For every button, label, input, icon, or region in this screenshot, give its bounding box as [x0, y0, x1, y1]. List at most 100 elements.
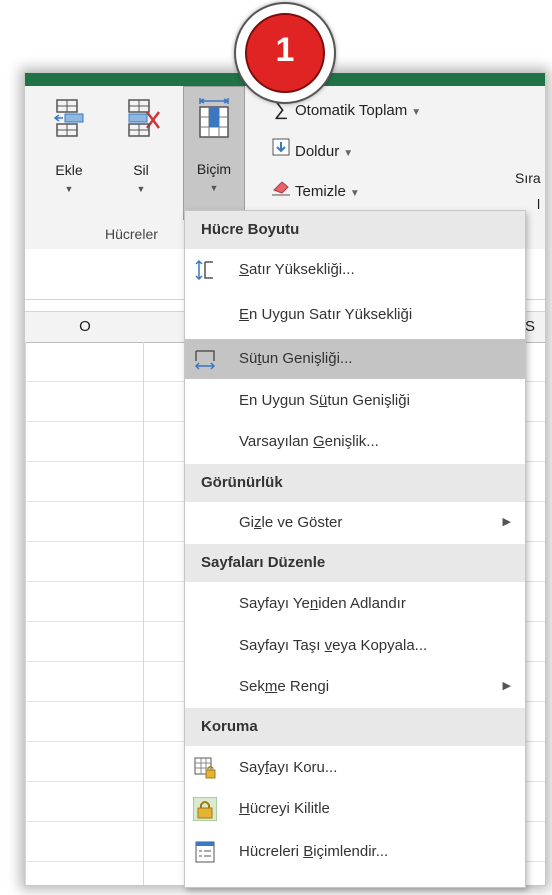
section-header-organize-sheets: Sayfaları Düzenle — [185, 544, 525, 582]
menu-item-autofit-row-height[interactable]: En Uygun Satır Yüksekliği — [185, 295, 525, 335]
menu-item-text-part: un Genişliği... — [261, 350, 353, 367]
format-label: Biçim — [196, 161, 232, 177]
clear-button[interactable]: Temizle ▼ — [271, 178, 360, 200]
step-badge: 1 — [234, 2, 336, 104]
row-height-icon — [195, 259, 213, 281]
protect-sheet-icon — [194, 757, 216, 779]
fill-button[interactable]: Doldur ▼ — [271, 138, 353, 160]
menu-item-text-part: e Rengi — [277, 678, 330, 695]
dropdown-arrow-icon: ▼ — [343, 148, 354, 159]
format-dropdown-menu: Hücre Boyutu Satır Yüksekliği... En Uygu… — [184, 210, 526, 888]
menu-item-text-part: En Uygun S — [239, 392, 320, 409]
menu-item-text-part: Sek — [239, 678, 265, 695]
chevron-down-icon: ▼ — [64, 184, 74, 194]
menu-item-default-width[interactable]: Varsayılan Genişlik... — [185, 422, 525, 462]
menu-item-text-part: le ve Göster — [261, 514, 343, 531]
insert-cells-icon — [53, 99, 84, 137]
menu-item-text-part: eya Kopyala... — [332, 637, 428, 654]
menu-item-text-part: v — [324, 637, 333, 654]
fill-down-icon — [271, 138, 291, 160]
column-header-s[interactable]: S — [525, 318, 535, 335]
menu-item-text-part: Say — [239, 759, 265, 776]
menu-item-label: En Uygun Satır Yüksekliği — [239, 306, 412, 323]
section-header-protection: Koruma — [185, 708, 525, 746]
insert-button[interactable]: Ekle ▼ — [41, 88, 97, 216]
menu-item-text-part: n Uygun Satır Yüksekliği — [249, 306, 413, 323]
menu-item-column-width[interactable]: Sütun Genişliği... — [185, 339, 525, 379]
menu-item-label: Gizle ve Göster — [239, 514, 342, 531]
menu-item-label: Sütun Genişliği... — [239, 350, 352, 367]
menu-item-text-part: Sayfayı Taşı — [239, 637, 325, 654]
menu-item-rename-sheet[interactable]: Sayfayı Yeniden Adlandır — [185, 584, 525, 624]
menu-item-text-part: H — [239, 800, 250, 817]
menu-item-text-part: ücreyi Kilitle — [249, 800, 330, 817]
lock-icon — [193, 797, 217, 821]
menu-item-label: Varsayılan Genişlik... — [239, 433, 379, 450]
format-button[interactable]: Biçim ▼ — [183, 86, 245, 220]
fill-label: Doldur — [295, 143, 340, 160]
dropdown-arrow-icon: ▼ — [411, 107, 422, 118]
submenu-arrow-icon: ▶ — [502, 516, 511, 528]
menu-item-text-part: atır Yüksekliği... — [249, 261, 355, 278]
menu-item-label: Sayfayı Yeniden Adlandır — [239, 595, 406, 612]
menu-item-label: Sekme Rengi — [239, 678, 329, 695]
column-header-o[interactable]: O — [55, 318, 115, 335]
menu-item-label: Sayfayı Taşı veya Kopyala... — [239, 637, 427, 654]
submenu-arrow-icon: ▶ — [502, 680, 511, 692]
sort-filter-partial[interactable]: Sıra — [515, 170, 541, 186]
menu-item-label: Satır Yüksekliği... — [239, 261, 355, 278]
chevron-down-icon: ▼ — [136, 184, 146, 194]
menu-item-hide-unhide[interactable]: Gizle ve Göster ▶ — [185, 503, 525, 543]
menu-item-label: Sayfayı Koru... — [239, 759, 337, 776]
menu-item-autofit-column-width[interactable]: En Uygun Sütun Genişliği — [185, 381, 525, 421]
menu-item-label: Hücreyi Kilitle — [239, 800, 330, 817]
menu-item-move-copy-sheet[interactable]: Sayfayı Taşı veya Kopyala... — [185, 626, 525, 666]
menu-item-lock-cell[interactable]: Hücreyi Kilitle — [185, 789, 525, 829]
menu-item-text-part: G — [312, 433, 325, 450]
insert-label: Ekle — [55, 162, 83, 178]
delete-label: Sil — [133, 162, 149, 178]
format-cells-dialog-icon — [195, 841, 215, 863]
menu-item-text-part: içimlendir... — [313, 843, 389, 860]
dropdown-arrow-icon: ▼ — [349, 188, 360, 199]
menu-item-text-part: E — [239, 306, 250, 323]
section-title: Koruma — [201, 718, 258, 735]
menu-item-text-part: Gi — [239, 514, 254, 531]
menu-item-text-part: Sü — [239, 350, 258, 367]
menu-item-text-part: enişlik... — [324, 433, 379, 450]
menu-item-format-cells[interactable]: Hücreleri Biçimlendir... — [185, 832, 525, 872]
menu-item-text-part: iden Adlandır — [318, 595, 406, 612]
menu-item-protect-sheet[interactable]: Sayfayı Koru... — [185, 748, 525, 788]
section-header-cell-size: Hücre Boyutu — [185, 211, 525, 249]
menu-item-text-part: z — [254, 514, 262, 531]
sort-filter-partial-line2: l — [537, 196, 541, 212]
menu-item-text-part: ayı Koru... — [269, 759, 338, 776]
menu-item-text-part: n — [309, 595, 319, 612]
autosum-label: Otomatik Toplam — [295, 102, 408, 119]
delete-cells-icon — [128, 99, 160, 137]
section-title: Görünürlük — [201, 474, 283, 491]
column-width-icon — [194, 350, 216, 370]
cells-group-label: Hücreler — [105, 226, 158, 242]
menu-item-row-height[interactable]: Satır Yüksekliği... — [185, 250, 525, 290]
menu-item-label: En Uygun Sütun Genişliği — [239, 392, 410, 409]
menu-item-text-part: B — [303, 843, 314, 860]
menu-item-text-part: Sayfayı Ye — [239, 595, 310, 612]
menu-item-tab-color[interactable]: Sekme Rengi ▶ — [185, 667, 525, 707]
menu-item-label: Hücreleri Biçimlendir... — [239, 843, 388, 860]
step-badge-circle: 1 — [245, 13, 325, 93]
section-title: Hücre Boyutu — [201, 221, 300, 238]
menu-item-text-part: m — [264, 678, 278, 695]
chevron-down-icon: ▼ — [209, 183, 219, 193]
section-header-visibility: Görünürlük — [185, 464, 525, 502]
format-cells-icon — [198, 98, 230, 138]
menu-item-text-part: S — [239, 261, 250, 278]
clear-label: Temizle — [295, 183, 346, 200]
menu-item-text-part: Varsayılan — [239, 433, 313, 450]
eraser-icon — [271, 178, 291, 200]
menu-item-text-part: Hücreleri — [239, 843, 304, 860]
menu-item-text-part: tun Genişliği — [327, 392, 410, 409]
delete-button[interactable]: Sil ▼ — [113, 88, 169, 216]
step-number: 1 — [275, 31, 295, 69]
section-title: Sayfaları Düzenle — [201, 554, 326, 571]
